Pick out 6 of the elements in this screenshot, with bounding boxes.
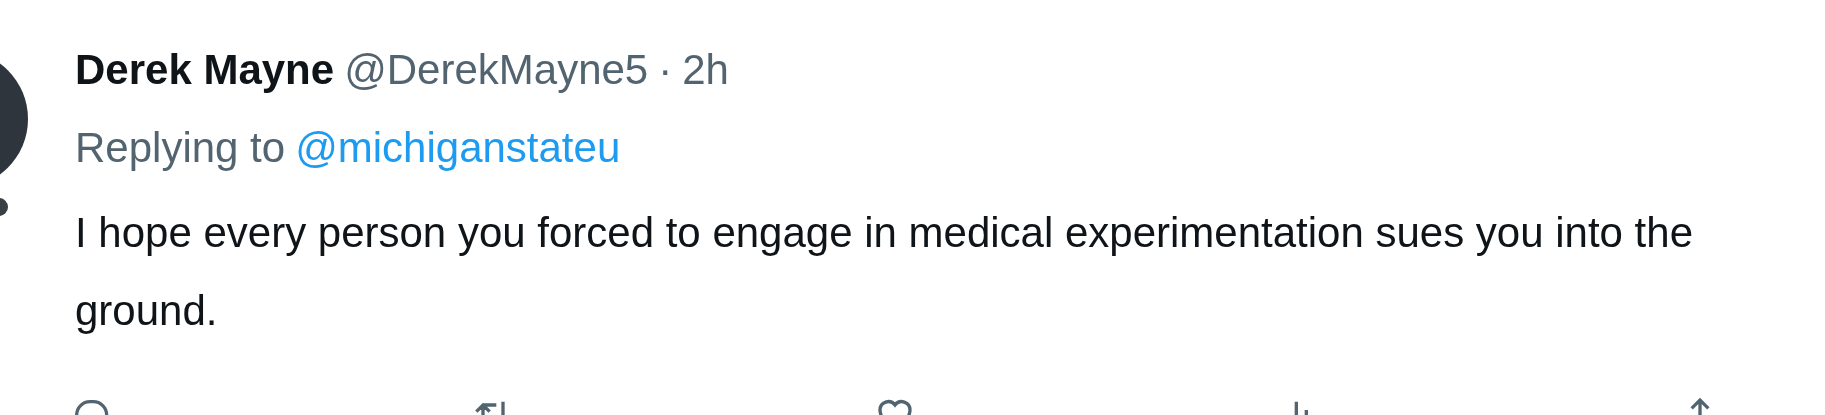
author-handle[interactable]: @DerekMayne5 [344,38,649,101]
author-name[interactable]: Derek Mayne [75,38,335,101]
timestamp[interactable]: 2h [682,38,729,101]
replying-to-label: Replying to [75,123,286,173]
tweet-text: I hope every person you forced to engage in medical experimentation sues you into the ground. [75,208,1694,336]
separator: · [658,45,673,95]
